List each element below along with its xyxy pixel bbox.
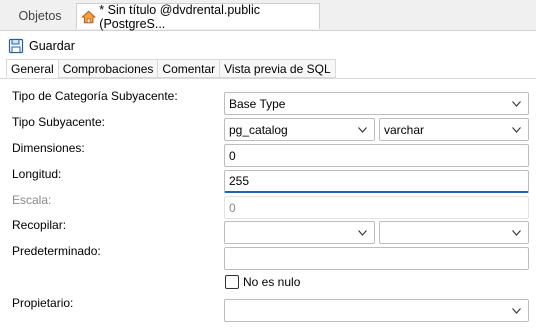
category-type-value: Base Type [229,96,286,111]
owner-label: Propietario: [12,296,74,310]
default-input[interactable] [224,247,529,270]
tab-document-label: * Sin título @dvdrental.public (PostgreS… [99,2,260,31]
chevron-down-icon [512,101,521,107]
collation-label: Recopilar: [12,218,67,232]
not-null-label: No es nulo [243,275,301,289]
chevron-down-icon [512,230,521,236]
tab-checks[interactable]: Comprobaciones [57,59,159,78]
collation-schema-select[interactable] [224,221,375,244]
subtype-schema-select[interactable]: pg_catalog [224,118,375,141]
save-icon [8,38,24,54]
category-type-label: Tipo de Categoría Subyacente: [12,89,178,103]
document-tab-bar: Objetos * Sin título @dvdrental.public (… [0,0,536,31]
subtype-label: Tipo Subyacente: [12,115,105,129]
length-input[interactable]: 255 [224,170,529,193]
tab-objects-label: Objetos [18,9,62,23]
tab-objects[interactable]: Objetos [5,3,75,29]
tab-sql-preview[interactable]: Vista previa de SQL [219,59,336,78]
scale-input: 0 [224,196,529,219]
tab-untitled-document[interactable]: * Sin título @dvdrental.public (PostgreS… [76,2,320,31]
chevron-down-icon [512,127,521,133]
chevron-down-icon [512,308,521,314]
dimensions-label: Dimensiones: [12,141,85,155]
not-null-checkbox[interactable]: No es nulo [225,275,300,289]
owner-select[interactable] [224,299,529,322]
home-icon [81,10,97,23]
tab-general[interactable]: General [6,59,59,78]
property-tabs: General Comprobaciones Comentar Vista pr… [6,59,336,79]
chevron-down-icon [358,230,367,236]
length-label: Longitud: [12,167,62,181]
tab-comment[interactable]: Comentar [157,59,221,78]
chevron-down-icon [358,127,367,133]
scale-label: Escala: [12,193,52,207]
category-type-select[interactable]: Base Type [224,92,529,115]
collation-select[interactable] [379,221,529,244]
default-label: Predeterminado: [12,244,101,258]
subtype-value: varchar [384,122,425,137]
save-label: Guardar [29,39,75,53]
dimensions-input[interactable]: 0 [224,144,529,167]
subtype-select[interactable]: varchar [379,118,529,141]
subtype-schema-value: pg_catalog [229,122,288,137]
save-button[interactable]: Guardar [8,36,75,56]
checkbox-box[interactable] [225,275,239,289]
